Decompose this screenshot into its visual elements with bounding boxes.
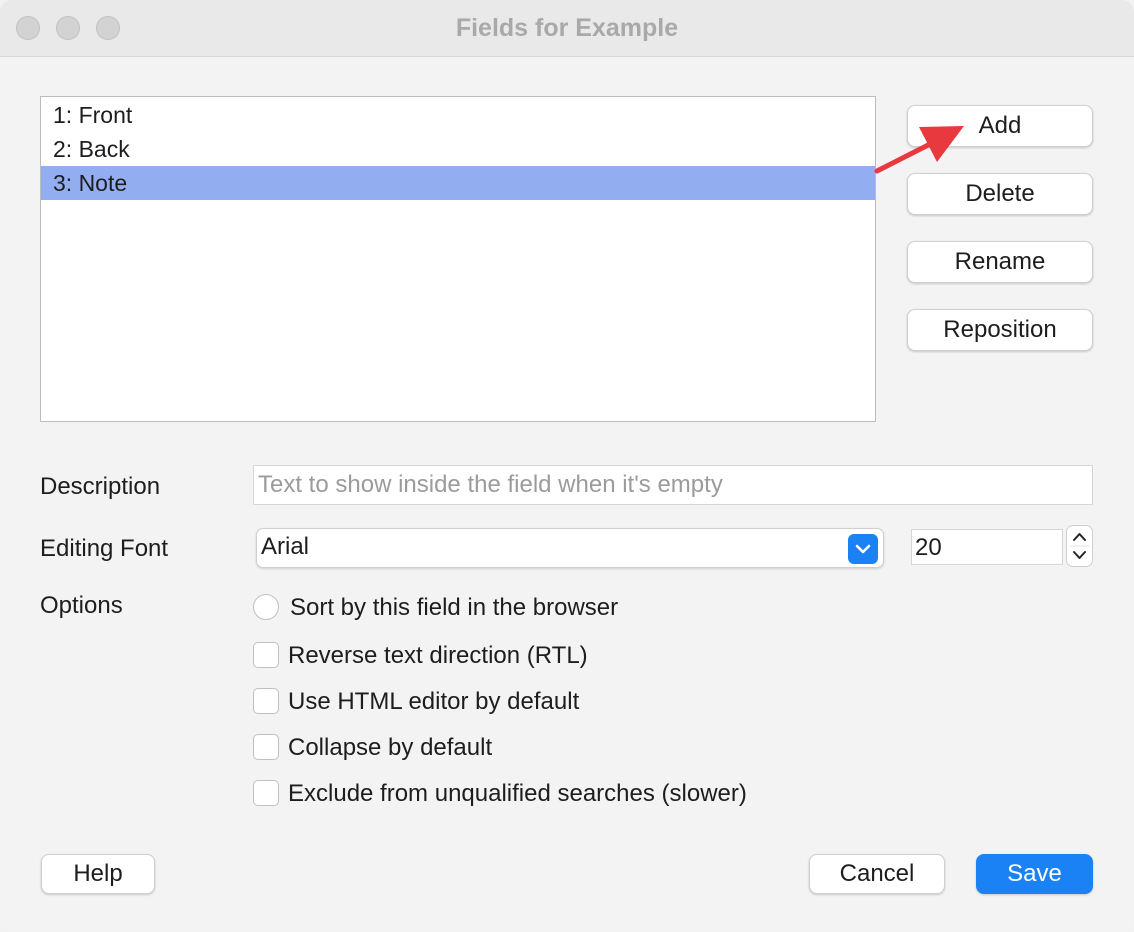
help-button[interactable]: Help <box>41 854 155 894</box>
cancel-button[interactable]: Cancel <box>809 854 945 894</box>
reposition-button[interactable]: Reposition <box>907 309 1093 351</box>
title-bar: Fields for Example <box>0 0 1134 57</box>
field-item-front[interactable]: 1: Front <box>41 98 875 132</box>
exclude-option-label: Exclude from unqualified searches (slowe… <box>288 780 747 807</box>
save-button[interactable]: Save <box>976 854 1093 894</box>
options-label: Options <box>40 592 123 619</box>
font-size-input[interactable]: 20 <box>911 529 1063 565</box>
field-list[interactable]: 1: Front 2: Back 3: Note <box>40 96 876 422</box>
delete-button[interactable]: Delete <box>907 173 1093 215</box>
sort-option-label: Sort by this field in the browser <box>290 594 619 621</box>
chevron-down-icon <box>848 534 878 564</box>
rename-button[interactable]: Rename <box>907 241 1093 283</box>
font-select-value: Arial <box>261 533 310 560</box>
rtl-checkbox[interactable] <box>253 642 279 668</box>
editing-font-label: Editing Font <box>40 535 169 562</box>
font-size-value: 20 <box>915 534 942 561</box>
font-size-stepper[interactable] <box>1066 525 1093 567</box>
window-title: Fields for Example <box>455 14 679 42</box>
field-item-note[interactable]: 3: Note <box>41 166 875 200</box>
font-select[interactable]: Arial <box>256 528 884 568</box>
description-label: Description <box>40 473 161 500</box>
html-editor-checkbox[interactable] <box>253 688 279 714</box>
html-editor-option-label: Use HTML editor by default <box>288 688 580 715</box>
collapse-option-label: Collapse by default <box>288 734 493 761</box>
description-input[interactable] <box>253 465 1093 505</box>
fields-dialog: Fields for Example 1: Front 2: Back 3: N… <box>0 0 1134 932</box>
add-button[interactable]: Add <box>907 105 1093 147</box>
exclude-checkbox[interactable] <box>253 780 279 806</box>
rtl-option-label: Reverse text direction (RTL) <box>288 642 588 669</box>
field-item-back[interactable]: 2: Back <box>41 132 875 166</box>
collapse-checkbox[interactable] <box>253 734 279 760</box>
sort-radio[interactable] <box>253 594 279 620</box>
